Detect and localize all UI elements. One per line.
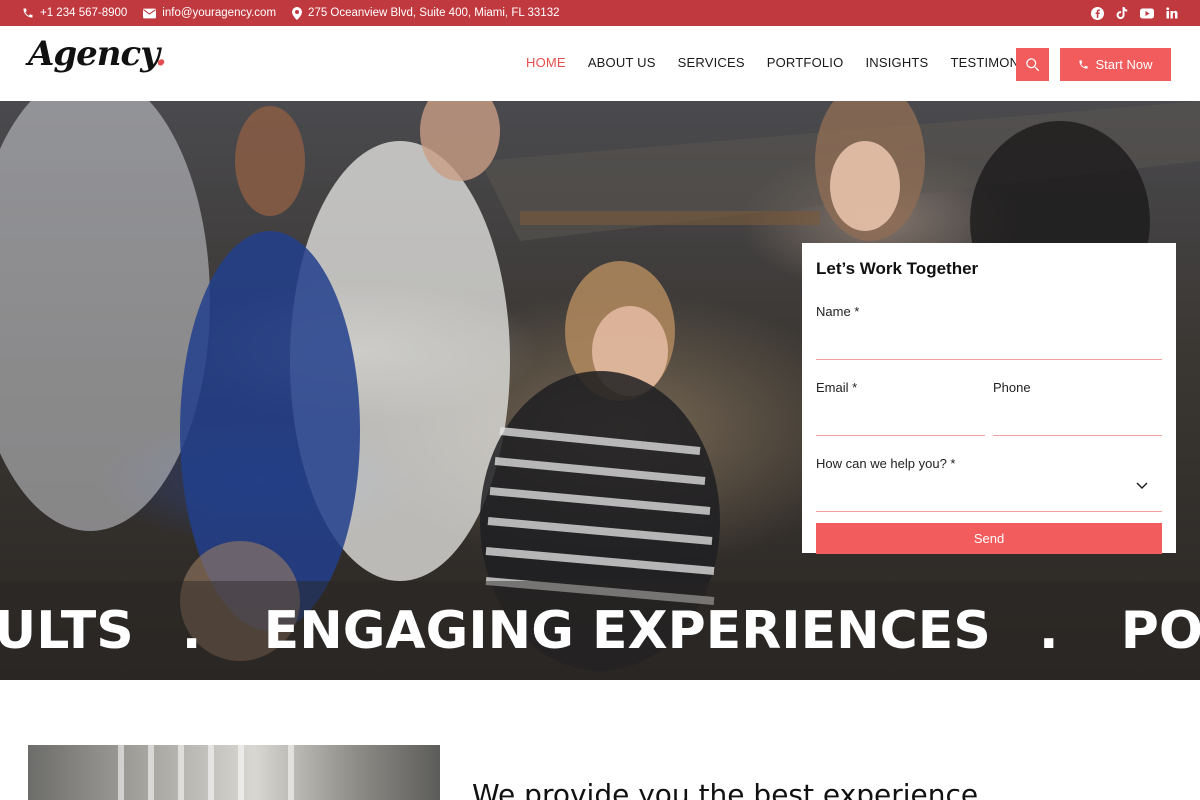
site-header: Agency. HOME ABOUT US SERVICES PORTFOLIO… <box>0 26 1200 101</box>
search-button[interactable] <box>1016 48 1049 81</box>
help-select-field[interactable]: How can we help you? * <box>816 456 1162 512</box>
main-nav: HOME ABOUT US SERVICES PORTFOLIO INSIGHT… <box>515 55 1059 70</box>
help-select[interactable] <box>816 511 1162 512</box>
envelope-icon <box>143 8 157 18</box>
phone-icon <box>23 8 33 18</box>
name-field[interactable]: Name * <box>816 304 1162 319</box>
phone-text: +1 234 567-8900 <box>40 7 128 19</box>
social-links <box>1079 6 1178 20</box>
site-logo[interactable]: Agency. <box>28 34 167 74</box>
send-button[interactable]: Send <box>816 523 1162 554</box>
phone-contact[interactable]: +1 234 567-8900 <box>22 7 127 19</box>
nav-portfolio[interactable]: PORTFOLIO <box>767 55 844 70</box>
nav-insights[interactable]: INSIGHTS <box>865 55 928 70</box>
nav-services[interactable]: SERVICES <box>678 55 745 70</box>
marquee-item: POWERF <box>1120 601 1200 661</box>
email-label: Email * <box>816 380 858 395</box>
phone-icon <box>1079 60 1089 69</box>
marquee-separator: . <box>1038 601 1059 661</box>
top-contact-bar: +1 234 567-8900 info@youragency.com 275 … <box>0 0 1200 26</box>
linkedin-icon[interactable] <box>1166 7 1178 19</box>
name-input[interactable] <box>816 359 1162 360</box>
nav-home[interactable]: HOME <box>526 55 566 70</box>
logo-text: Agency <box>28 34 156 74</box>
image-window-detail <box>288 745 294 800</box>
address-contact: 275 Oceanview Blvd, Suite 400, Miami, FL… <box>292 6 560 20</box>
name-label: Name * <box>816 304 860 319</box>
phone-input[interactable] <box>993 435 1162 436</box>
marquee-separator: . <box>181 601 202 661</box>
facebook-icon[interactable] <box>1091 6 1104 20</box>
phone-label: Phone <box>993 380 1031 395</box>
tiktok-icon[interactable] <box>1116 6 1128 20</box>
search-icon <box>1026 58 1040 72</box>
phone-field[interactable]: Phone <box>993 380 1162 436</box>
image-window-detail <box>238 745 244 800</box>
marquee-item: ULTS <box>0 601 134 661</box>
chevron-down-icon[interactable] <box>1136 482 1148 490</box>
image-window-detail <box>148 745 154 800</box>
logo-dot: . <box>155 34 167 74</box>
about-heading: We provide you the best experience <box>472 778 979 800</box>
email-text: info@youragency.com <box>162 7 277 19</box>
email-contact[interactable]: info@youragency.com <box>143 7 276 19</box>
address-text: 275 Oceanview Blvd, Suite 400, Miami, FL… <box>308 7 560 19</box>
start-now-label: Start Now <box>1095 57 1153 72</box>
about-image <box>28 745 440 800</box>
contact-form: Let’s Work Together Name * Email * Phone… <box>802 243 1176 554</box>
email-input[interactable] <box>816 435 985 436</box>
form-title: Let’s Work Together <box>816 259 979 278</box>
email-phone-row: Email * Phone <box>816 380 1162 436</box>
youtube-icon[interactable] <box>1140 8 1154 19</box>
help-label: How can we help you? * <box>816 456 956 471</box>
email-field[interactable]: Email * <box>816 380 985 436</box>
marquee-item: ENGAGING EXPERIENCES <box>263 601 991 661</box>
image-window-detail <box>208 745 214 800</box>
start-now-button[interactable]: Start Now <box>1060 48 1171 81</box>
image-window-detail <box>118 745 124 800</box>
image-window-detail <box>178 745 184 800</box>
nav-about-us[interactable]: ABOUT US <box>588 55 656 70</box>
map-pin-icon <box>292 6 303 20</box>
hero-marquee: ULTS . ENGAGING EXPERIENCES . POWERF <box>0 601 1200 661</box>
